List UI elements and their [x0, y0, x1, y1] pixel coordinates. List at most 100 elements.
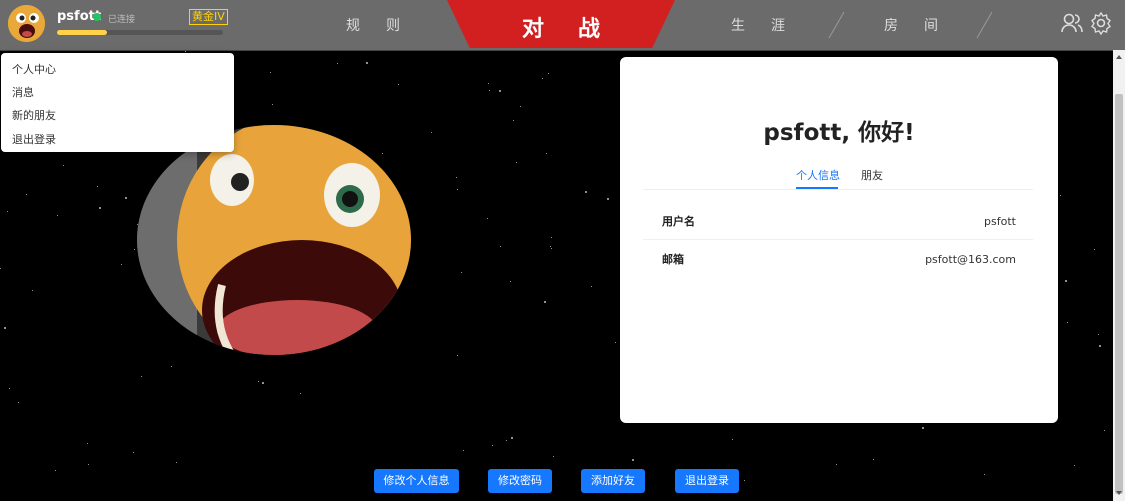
star [55, 470, 56, 471]
tab-friends[interactable]: 朋友 [861, 167, 883, 183]
user-avatar[interactable] [8, 5, 45, 42]
star [1094, 249, 1095, 250]
star [615, 342, 616, 343]
star [171, 366, 172, 367]
nav-career[interactable]: 生涯 [731, 15, 811, 35]
star [506, 440, 507, 441]
star [1065, 280, 1067, 282]
star [366, 62, 368, 64]
experience-bar [57, 30, 223, 35]
star [544, 301, 546, 303]
star [185, 51, 186, 52]
star [548, 73, 549, 74]
star [87, 443, 88, 444]
star [488, 83, 489, 84]
star [732, 439, 733, 440]
star [499, 90, 501, 92]
star [382, 153, 383, 154]
star [513, 120, 514, 121]
star [500, 246, 501, 247]
star [457, 189, 458, 190]
star [456, 177, 457, 178]
star [607, 198, 609, 200]
star [141, 376, 142, 377]
star [511, 437, 513, 439]
star [516, 162, 517, 163]
change-password-button[interactable]: 修改密码 [488, 469, 552, 493]
email-field-label: 邮箱 [662, 253, 684, 266]
star [873, 459, 874, 460]
nav-rules[interactable]: 规则 [346, 15, 426, 35]
star [272, 104, 273, 105]
nav-divider [976, 11, 993, 39]
star [337, 63, 338, 64]
star [591, 286, 592, 287]
experience-bar-fill [57, 30, 107, 35]
star [176, 462, 177, 463]
nav-battle-tab[interactable]: 对战 [447, 0, 675, 48]
star [0, 268, 1, 269]
star [744, 480, 745, 481]
star [551, 237, 552, 238]
star [510, 281, 511, 282]
username-field-value: psfott [984, 215, 1016, 228]
star [1099, 345, 1101, 347]
star [300, 393, 301, 394]
star [553, 456, 554, 457]
scrollbar-thumb[interactable] [1115, 94, 1123, 494]
add-friend-button[interactable]: 添加好友 [581, 469, 645, 493]
star [99, 207, 101, 209]
row-divider [643, 239, 1033, 240]
nav-divider [828, 11, 845, 39]
email-field-value: psfott@163.com [925, 253, 1016, 266]
star [262, 382, 264, 384]
star [1074, 465, 1075, 466]
star [270, 72, 271, 73]
star [57, 215, 58, 216]
star [492, 445, 493, 446]
star [542, 78, 543, 79]
nav-room[interactable]: 房间 [884, 15, 964, 35]
star [398, 84, 399, 85]
star [546, 153, 547, 154]
page-scrollbar[interactable] [1113, 50, 1125, 501]
scroll-down-arrow-icon[interactable] [1116, 491, 1122, 495]
star [63, 165, 64, 166]
star [9, 388, 10, 389]
star [7, 211, 8, 212]
tab-personal-info[interactable]: 个人信息 [796, 167, 840, 183]
star [463, 450, 464, 451]
star [32, 290, 33, 291]
star [88, 464, 89, 465]
star [461, 272, 462, 273]
star [1067, 322, 1068, 323]
star [258, 381, 259, 382]
star [585, 191, 587, 193]
scroll-up-arrow-icon[interactable] [1116, 55, 1122, 59]
username-field-label: 用户名 [662, 215, 695, 228]
rank-badge: 黄金IV [189, 9, 228, 25]
star [26, 194, 27, 195]
star [1104, 430, 1105, 431]
star [97, 186, 98, 187]
tab-divider [643, 189, 1033, 190]
dropdown-item-new-friends[interactable]: 新的朋友 [12, 107, 56, 123]
star [632, 459, 634, 461]
star [1098, 334, 1099, 335]
dropdown-item-profile[interactable]: 个人中心 [12, 61, 56, 77]
friends-icon[interactable] [1060, 11, 1084, 35]
dropdown-item-messages[interactable]: 消息 [12, 84, 34, 100]
star [457, 355, 458, 356]
settings-icon[interactable] [1089, 11, 1113, 35]
edit-profile-button[interactable]: 修改个人信息 [374, 469, 459, 493]
profile-avatar-large [137, 125, 411, 355]
dropdown-item-logout[interactable]: 退出登录 [12, 131, 56, 147]
star [133, 452, 134, 453]
online-status-dot [93, 13, 101, 21]
logout-button[interactable]: 退出登录 [675, 469, 739, 493]
greeting-title: psfott, 你好! [763, 120, 915, 146]
star [551, 248, 552, 249]
star [1060, 195, 1061, 196]
star [431, 132, 432, 133]
star [489, 90, 490, 91]
